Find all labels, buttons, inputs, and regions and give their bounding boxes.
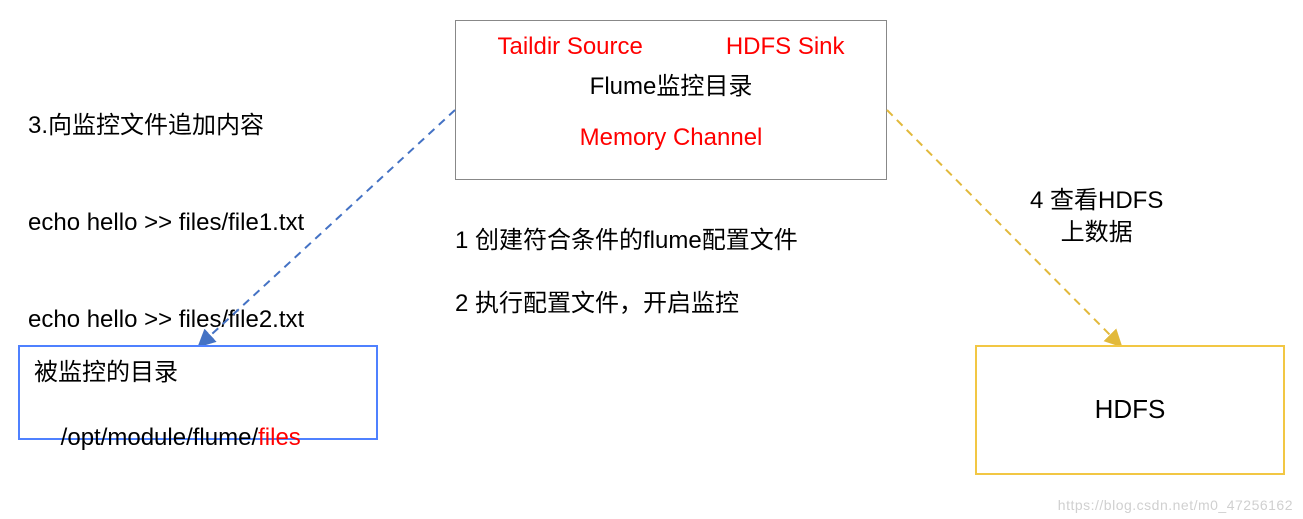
step2-text: 2 执行配置文件，开启监控 — [455, 288, 739, 320]
monitored-title: 被监控的目录 — [34, 357, 362, 389]
monitored-path-highlight: files — [258, 424, 301, 451]
step1-text: 1 创建符合条件的flume配置文件 — [455, 225, 798, 257]
watermark-text: https://blog.csdn.net/m0_47256162 — [1058, 496, 1293, 515]
monitored-path-prefix: /opt/module/flume/ — [61, 424, 258, 451]
hdfs-box: HDFS — [975, 345, 1285, 475]
step4-line2: 上数据 — [1030, 217, 1163, 249]
step4-text: 4 查看HDFS 上数据 — [1030, 185, 1163, 250]
step4-line1: 4 查看HDFS — [1030, 185, 1163, 217]
hdfs-label: HDFS — [1095, 392, 1166, 427]
monitored-dir-box: 被监控的目录 /opt/module/flume/files — [18, 345, 378, 440]
monitored-path: /opt/module/flume/files — [34, 389, 362, 486]
